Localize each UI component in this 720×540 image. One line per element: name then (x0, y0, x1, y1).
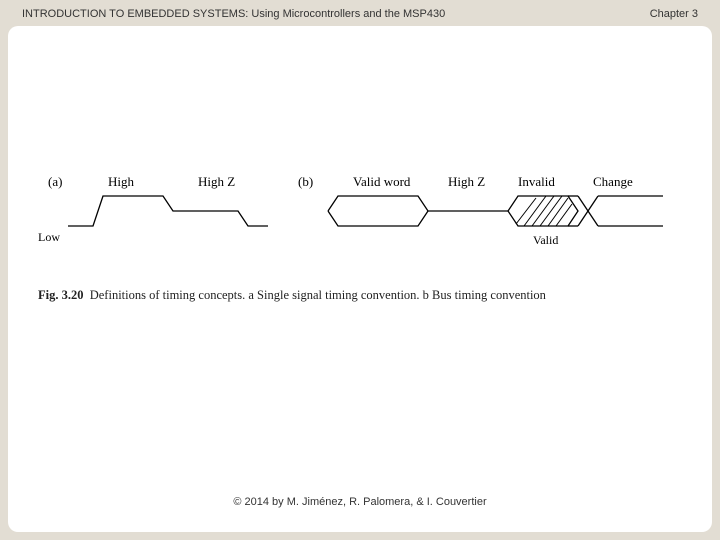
label-high: High (108, 174, 135, 189)
slide-body: (a) High High Z Low (b) Valid word High … (8, 26, 712, 532)
label-invalid: Invalid (518, 174, 555, 189)
label-highz-b: High Z (448, 174, 485, 189)
figure-area: (a) High High Z Low (b) Valid word High … (38, 166, 682, 304)
page-header: INTRODUCTION TO EMBEDDED SYSTEMS: Using … (22, 8, 698, 20)
label-validword: Valid word (353, 174, 411, 189)
book-title: INTRODUCTION TO EMBEDDED SYSTEMS: Using … (22, 8, 445, 20)
label-change: Change (593, 174, 633, 189)
bus-top-1 (328, 196, 508, 211)
label-low: Low (38, 230, 60, 244)
figure-caption: Fig. 3.20 Definitions of timing concepts… (38, 288, 658, 304)
figure-number: Fig. 3.20 (38, 288, 83, 302)
label-valid: Valid (533, 233, 558, 247)
figure-caption-text: Definitions of timing concepts. a Single… (90, 288, 546, 302)
page-footer: © 2014 by M. Jiménez, R. Palomera, & I. … (8, 496, 712, 508)
copyright: © 2014 by M. Jiménez, R. Palomera, & I. … (233, 496, 486, 508)
hatch-invalid (516, 196, 572, 226)
panel-a-label: (a) (48, 174, 62, 189)
waveform-a (68, 196, 268, 226)
label-highz-a: High Z (198, 174, 235, 189)
bus-bot-1 (328, 211, 428, 226)
panel-b-label: (b) (298, 174, 313, 189)
timing-diagram: (a) High High Z Low (b) Valid word High … (38, 166, 678, 276)
chapter-label: Chapter 3 (650, 8, 698, 20)
